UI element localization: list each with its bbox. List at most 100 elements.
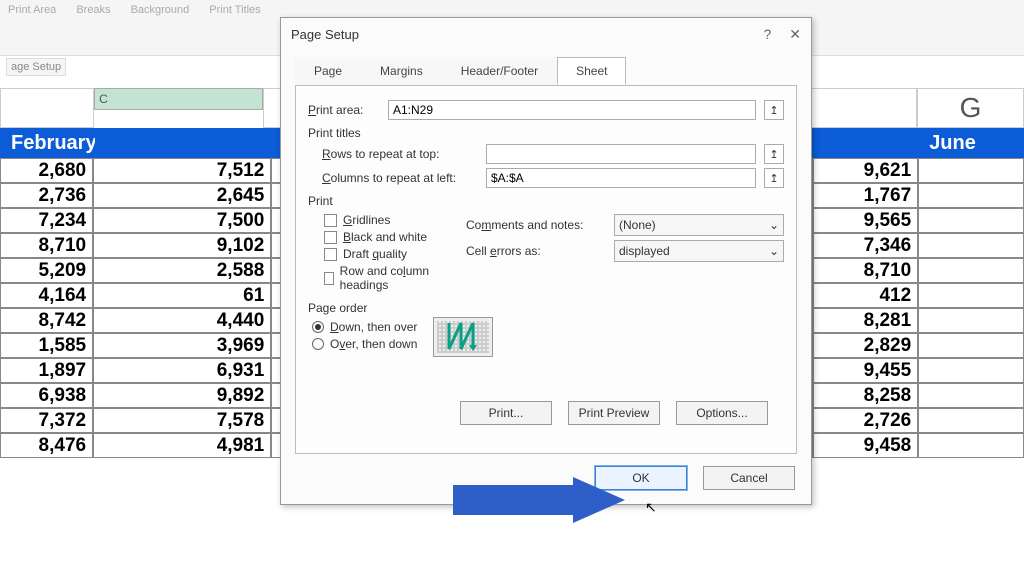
tab-page[interactable]: Page <box>295 57 361 85</box>
dialog-tabs: Page Margins Header/Footer Sheet <box>281 57 811 85</box>
cell[interactable] <box>918 383 1024 408</box>
chk-draft[interactable]: Draft quality <box>324 247 438 261</box>
cell[interactable] <box>918 183 1024 208</box>
checkbox-icon <box>324 214 337 227</box>
print-area-input[interactable] <box>388 100 756 120</box>
chk-gridlines[interactable]: Gridlines <box>324 213 438 227</box>
col-header[interactable] <box>811 88 917 128</box>
cell[interactable]: 4,440 <box>93 308 271 333</box>
cell[interactable]: 2,726 <box>813 408 918 433</box>
cell[interactable]: 7,500 <box>93 208 271 233</box>
cell[interactable]: 2,680 <box>0 158 93 183</box>
cell[interactable]: 8,476 <box>0 433 93 458</box>
cell[interactable]: 1,767 <box>813 183 918 208</box>
rows-repeat-label: Rows to repeat at top: <box>322 147 478 161</box>
cell[interactable]: 8,281 <box>813 308 918 333</box>
radio-icon <box>312 338 324 350</box>
comments-select[interactable]: (None)⌄ <box>614 214 784 236</box>
radio-over-then-down[interactable]: Over, then down <box>312 337 417 351</box>
cell[interactable]: 7,346 <box>813 233 918 258</box>
cell[interactable]: 9,455 <box>813 358 918 383</box>
cell[interactable]: 9,458 <box>813 433 918 458</box>
cell[interactable]: 6,938 <box>0 383 93 408</box>
col-header-g[interactable]: G <box>917 88 1024 128</box>
tab-headerfooter[interactable]: Header/Footer <box>442 57 557 85</box>
rows-repeat-input[interactable] <box>486 144 756 164</box>
col-header[interactable] <box>0 88 94 128</box>
cell[interactable]: 8,710 <box>813 258 918 283</box>
cell[interactable]: 4,164 <box>0 283 93 308</box>
cell[interactable] <box>918 283 1024 308</box>
cell[interactable] <box>918 333 1024 358</box>
cell[interactable]: 9,621 <box>813 158 918 183</box>
range-picker-icon[interactable]: ↥ <box>764 144 784 164</box>
cell[interactable]: 1,585 <box>0 333 93 358</box>
cell[interactable]: 2,645 <box>93 183 271 208</box>
month-header[interactable]: February <box>0 128 95 158</box>
cell[interactable]: 7,234 <box>0 208 93 233</box>
print-area-label: Print area: <box>308 103 380 117</box>
checkbox-icon <box>324 231 337 244</box>
chk-blackwhite[interactable]: Black and white <box>324 230 438 244</box>
cell[interactable]: 8,258 <box>813 383 918 408</box>
radio-down-then-over[interactable]: Down, then over <box>312 320 417 334</box>
cell[interactable]: 9,565 <box>813 208 918 233</box>
print-button[interactable]: Print... <box>460 401 552 425</box>
month-header[interactable] <box>813 128 918 158</box>
cell[interactable]: 8,742 <box>0 308 93 333</box>
cell[interactable]: 2,829 <box>813 333 918 358</box>
cell[interactable]: 7,372 <box>0 408 93 433</box>
cell[interactable]: 9,892 <box>93 383 271 408</box>
cell[interactable]: 9,102 <box>93 233 271 258</box>
annotation-arrow <box>453 477 628 523</box>
tab-sheet[interactable]: Sheet <box>557 57 626 85</box>
month-header[interactable] <box>95 128 273 158</box>
dialog-title: Page Setup <box>291 27 359 42</box>
cancel-button[interactable]: Cancel <box>703 466 795 490</box>
cols-repeat-input[interactable] <box>486 168 756 188</box>
close-icon[interactable]: ✕ <box>789 26 801 43</box>
ribbon-item[interactable]: Background <box>131 4 190 16</box>
cell[interactable] <box>918 233 1024 258</box>
cell[interactable] <box>918 158 1024 183</box>
ribbon-item[interactable]: Print Area <box>8 4 56 16</box>
cell[interactable]: 412 <box>813 283 918 308</box>
cell[interactable] <box>918 433 1024 458</box>
print-preview-button[interactable]: Print Preview <box>568 401 660 425</box>
cell[interactable]: 5,209 <box>0 258 93 283</box>
options-button[interactable]: Options... <box>676 401 768 425</box>
month-header[interactable]: June <box>918 128 1024 158</box>
cellerrors-select[interactable]: displayed⌄ <box>614 240 784 262</box>
cell[interactable] <box>918 408 1024 433</box>
tab-margins[interactable]: Margins <box>361 57 442 85</box>
radio-icon <box>312 321 324 333</box>
chevron-down-icon: ⌄ <box>769 218 779 232</box>
cell[interactable]: 61 <box>93 283 271 308</box>
help-icon[interactable]: ? <box>763 26 771 43</box>
cell[interactable]: 3,969 <box>93 333 271 358</box>
ribbon-item[interactable]: Print Titles <box>209 4 260 16</box>
col-header-c[interactable]: C <box>94 88 262 110</box>
range-picker-icon[interactable]: ↥ <box>764 100 784 120</box>
cell[interactable]: 6,931 <box>93 358 271 383</box>
cell[interactable]: 1,897 <box>0 358 93 383</box>
cellerrors-label: Cell errors as: <box>466 244 606 258</box>
print-titles-label: Print titles <box>308 126 784 140</box>
cell[interactable]: 2,736 <box>0 183 93 208</box>
ribbon-item[interactable]: Breaks <box>76 4 110 16</box>
cell[interactable]: 8,710 <box>0 233 93 258</box>
cell[interactable] <box>918 258 1024 283</box>
cols-repeat-label: Columns to repeat at left: <box>322 171 478 185</box>
cell[interactable] <box>918 208 1024 233</box>
chk-rowcol[interactable]: Row and column headings <box>324 264 438 292</box>
cell[interactable]: 7,512 <box>93 158 271 183</box>
cell[interactable]: 7,578 <box>93 408 271 433</box>
cell[interactable] <box>918 358 1024 383</box>
chevron-down-icon: ⌄ <box>769 244 779 258</box>
checkbox-icon <box>324 248 337 261</box>
cell[interactable]: 4,981 <box>93 433 271 458</box>
cell[interactable] <box>918 308 1024 333</box>
cell[interactable]: 2,588 <box>93 258 271 283</box>
range-picker-icon[interactable]: ↥ <box>764 168 784 188</box>
checkbox-icon <box>324 272 334 285</box>
